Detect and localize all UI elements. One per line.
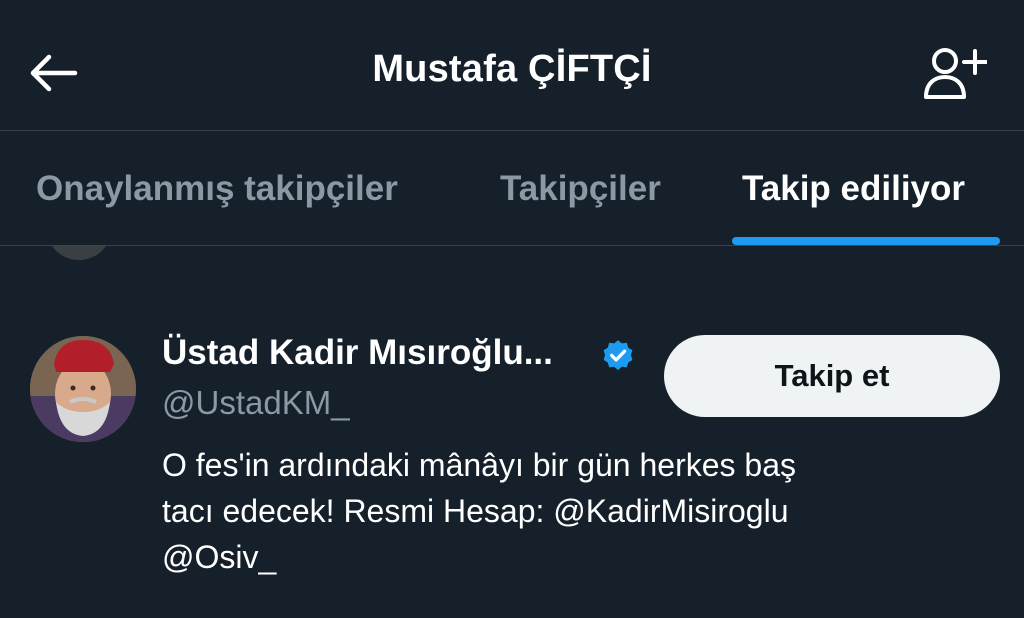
tab-following[interactable]: Takip ediliyor [742, 169, 965, 209]
person-plus-icon [924, 48, 987, 99]
avatar[interactable] [30, 336, 136, 442]
bio-line: @Osiv_ [162, 539, 277, 575]
add-user-button[interactable] [922, 46, 988, 102]
tab-followers[interactable]: Takipçiler [500, 169, 661, 209]
bio-line: O fes'in ardındaki mânâyı bir gün herkes… [162, 447, 796, 483]
bio-line: tacı edecek! Resmi Hesap: @KadirMisirogl… [162, 493, 789, 529]
tab-verified-followers[interactable]: Onaylanmış takipçiler [36, 169, 398, 209]
active-tab-indicator [732, 237, 1000, 245]
tab-bar: Onaylanmış takipçiler Takipçiler Takip e… [0, 131, 1024, 246]
follow-button[interactable]: Takip et [664, 335, 1000, 417]
display-name[interactable]: Üstad Kadir Mısıroğlu... [162, 333, 553, 373]
user-cell[interactable]: Üstad Kadir Mısıroğlu... @UstadKM_ Takip… [0, 330, 1024, 600]
user-handle: @UstadKM_ [162, 384, 350, 421]
user-bio: O fes'in ardındaki mânâyı bir gün herkes… [162, 442, 982, 580]
verified-badge-icon [603, 340, 633, 370]
previous-avatar [46, 246, 112, 260]
page-title: Mustafa ÇİFTÇİ [372, 48, 652, 90]
avatar-image [30, 336, 136, 442]
top-bar: Mustafa ÇİFTÇİ [0, 0, 1024, 131]
